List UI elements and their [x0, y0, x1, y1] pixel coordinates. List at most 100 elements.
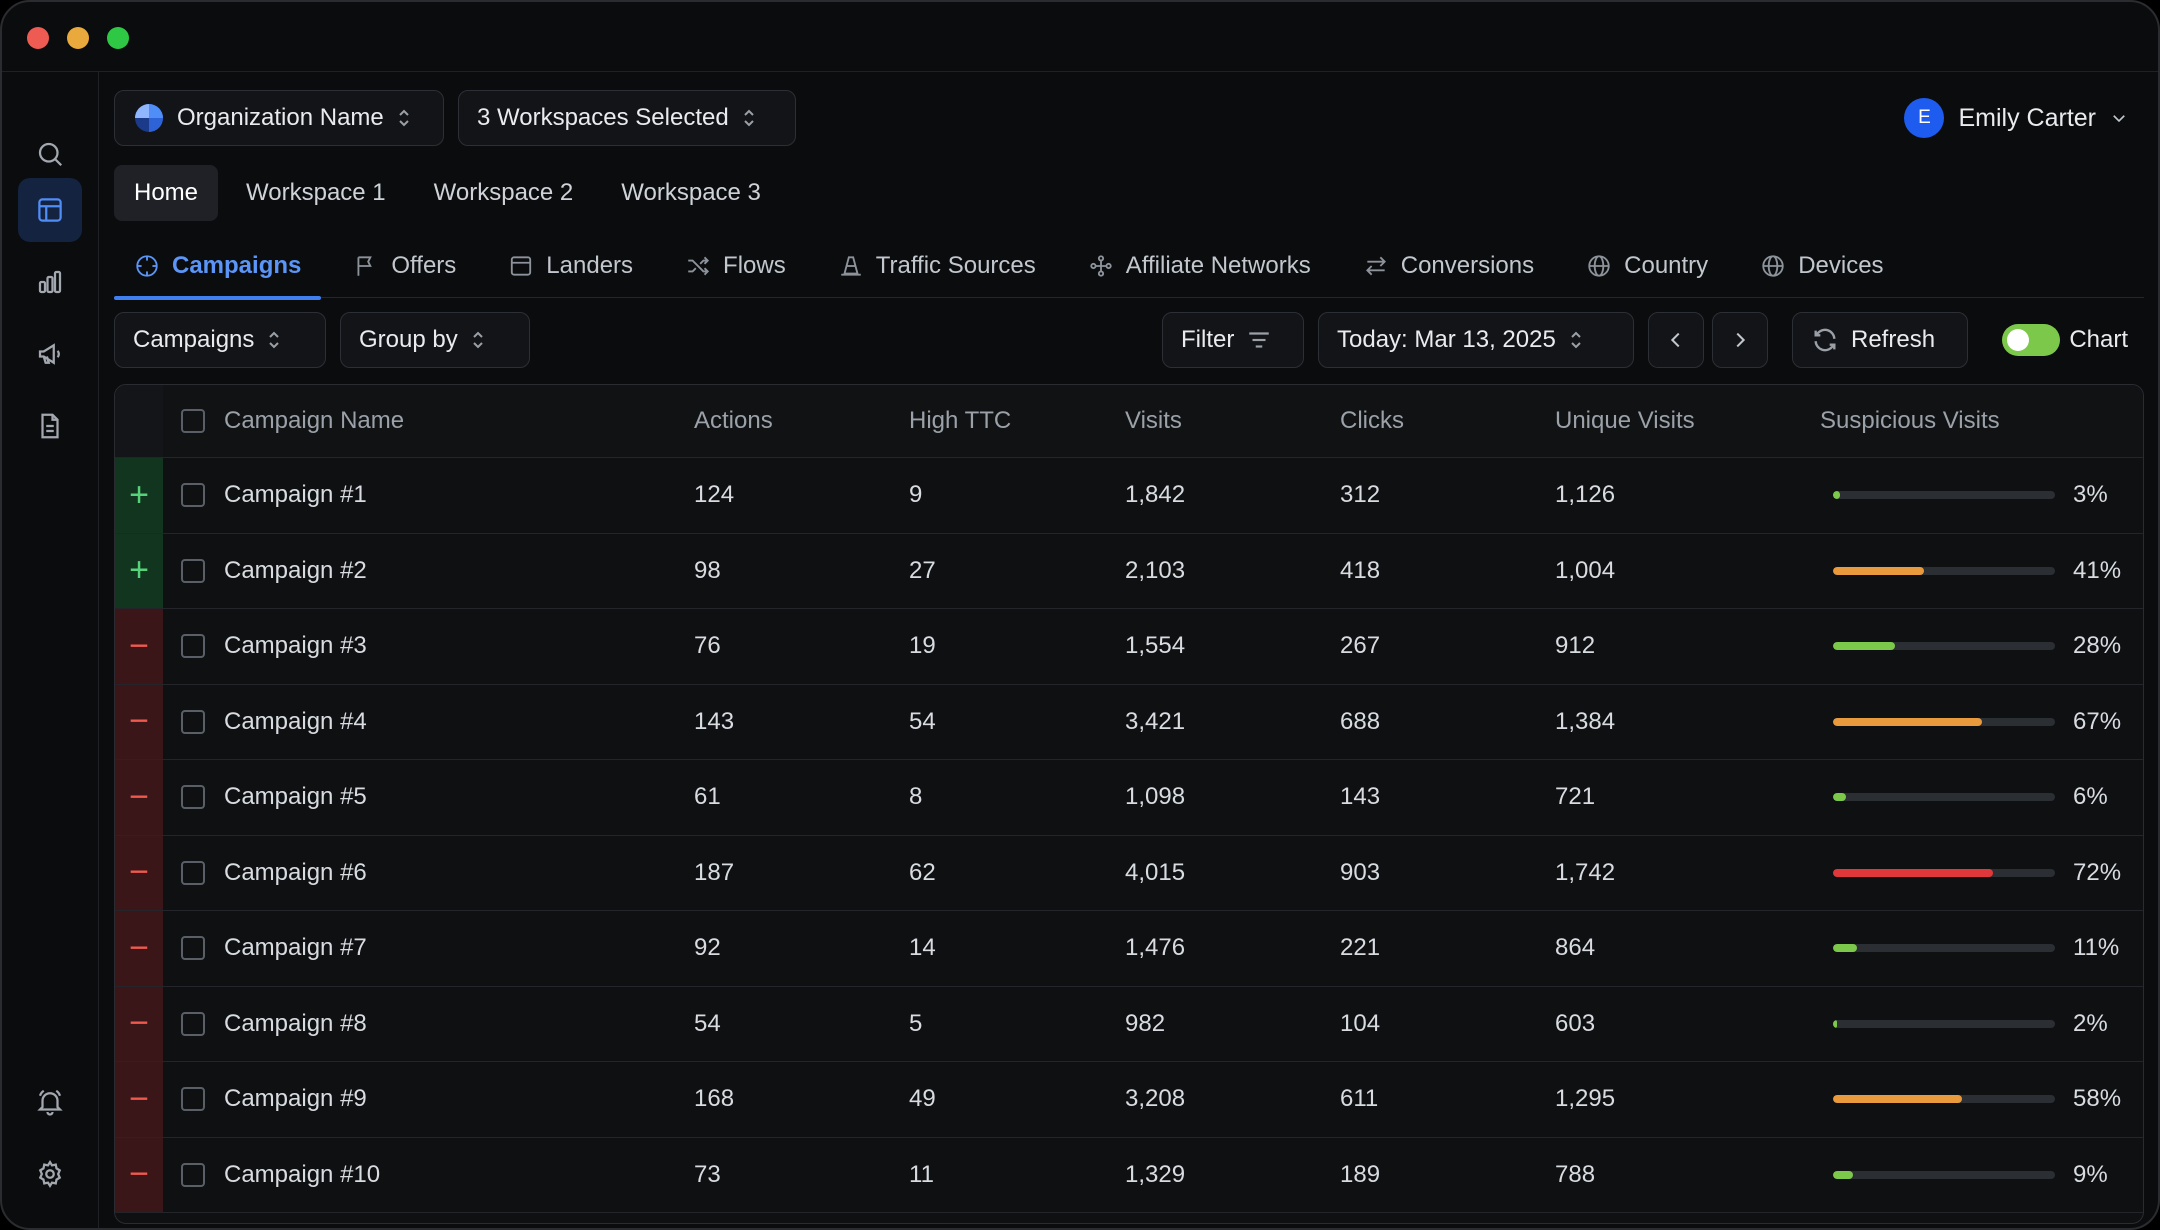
reports-chart-icon[interactable] — [18, 250, 82, 314]
table-row[interactable]: − Campaign #10 73 11 1,329 189 788 9% — [115, 1137, 2143, 1213]
campaign-name-cell[interactable]: Campaign #8 — [224, 1010, 367, 1038]
organization-name: Organization Name — [177, 104, 384, 131]
collapse-row-button[interactable]: − — [115, 1062, 163, 1137]
filter-button[interactable]: Filter — [1162, 312, 1304, 368]
table-row[interactable]: − Campaign #9 168 49 3,208 611 1,295 58% — [115, 1062, 2143, 1138]
table-header-row: Campaign Name Actions High TTC Visits Cl… — [115, 385, 2143, 458]
tab-conversions[interactable]: Conversions — [1343, 234, 1554, 298]
arrows-left-right-icon — [1365, 256, 1386, 276]
row-checkbox[interactable] — [181, 1162, 205, 1187]
tab-flows[interactable]: Flows — [665, 234, 806, 298]
campaign-name-cell[interactable]: Campaign #7 — [224, 934, 367, 962]
user-menu[interactable]: E Emily Carter — [1904, 98, 2128, 138]
minimize-window-button[interactable] — [67, 27, 89, 49]
previous-date-button[interactable] — [1648, 312, 1704, 368]
tab-workspace-2[interactable]: Workspace 2 — [414, 165, 594, 221]
clicks-cell: 267 — [1340, 632, 1381, 660]
table-row[interactable]: − Campaign #4 143 54 3,421 688 1,384 67% — [115, 684, 2143, 760]
collapse-row-button[interactable]: − — [115, 760, 163, 835]
next-date-button[interactable] — [1712, 312, 1768, 368]
collapse-row-button[interactable]: − — [115, 911, 163, 986]
table-row[interactable]: − Campaign #5 61 8 1,098 143 721 6% — [115, 760, 2143, 836]
document-icon[interactable] — [18, 394, 82, 458]
chart-toggle[interactable] — [2002, 324, 2060, 356]
actions-cell: 61 — [694, 783, 721, 811]
select-all-checkbox[interactable] — [181, 409, 205, 433]
group-by-select[interactable]: Group by — [340, 312, 530, 368]
campaign-name-cell[interactable]: Campaign #10 — [224, 1161, 380, 1189]
suspicious-visits-bar — [1833, 491, 2055, 500]
unique-visits-cell: 1,295 — [1555, 1085, 1616, 1113]
campaign-name-cell[interactable]: Campaign #4 — [224, 708, 367, 736]
chevron-up-down-icon — [470, 328, 486, 352]
close-window-button[interactable] — [27, 27, 49, 49]
tab-traffic-sources[interactable]: Traffic Sources — [818, 234, 1056, 298]
tab-country[interactable]: Country — [1566, 234, 1728, 298]
row-checkbox[interactable] — [181, 1011, 205, 1036]
row-checkbox[interactable] — [181, 558, 205, 583]
column-header-suspicious-visits[interactable]: Suspicious Visits — [1820, 407, 2000, 435]
date-range-selector[interactable]: Today: Mar 13, 2025 — [1318, 312, 1634, 368]
column-header-campaign-name[interactable]: Campaign Name — [224, 407, 404, 435]
refresh-button[interactable]: Refresh — [1792, 312, 1968, 368]
expand-row-button[interactable]: + — [115, 458, 163, 533]
collapse-row-button[interactable]: − — [115, 1137, 163, 1212]
column-header-visits[interactable]: Visits — [1125, 407, 1182, 435]
entity-select[interactable]: Campaigns — [114, 312, 326, 368]
collapse-row-button[interactable]: − — [115, 835, 163, 910]
tab-conversions-label: Conversions — [1400, 252, 1535, 279]
tab-campaigns[interactable]: Campaigns — [114, 234, 322, 300]
gear-icon[interactable] — [18, 1142, 82, 1206]
expand-row-button[interactable]: + — [115, 533, 163, 608]
tab-country-label: Country — [1624, 252, 1709, 279]
clicks-cell: 903 — [1340, 858, 1381, 886]
megaphone-icon[interactable] — [18, 322, 82, 386]
suspicious-visits-bar-fill — [1833, 793, 1847, 802]
actions-cell: 54 — [694, 1009, 721, 1037]
search-icon[interactable] — [18, 122, 82, 186]
table-row[interactable]: + Campaign #1 124 9 1,842 312 1,126 3% — [115, 458, 2143, 534]
organization-selector[interactable]: Organization Name — [114, 90, 444, 146]
row-checkbox[interactable] — [181, 936, 205, 961]
table-row[interactable]: − Campaign #7 92 14 1,476 221 864 11% — [115, 911, 2143, 987]
table-row[interactable]: − Campaign #3 76 19 1,554 267 912 28% — [115, 609, 2143, 685]
table-row[interactable]: + Campaign #2 98 27 2,103 418 1,004 41% — [115, 533, 2143, 609]
column-header-unique-visits[interactable]: Unique Visits — [1555, 407, 1695, 435]
row-checkbox[interactable] — [181, 634, 205, 659]
table-row[interactable]: − Campaign #6 187 62 4,015 903 1,742 72% — [115, 835, 2143, 911]
row-checkbox[interactable] — [181, 483, 205, 508]
maximize-window-button[interactable] — [107, 27, 129, 49]
tab-workspace-1[interactable]: Workspace 1 — [226, 165, 406, 221]
browser-window-icon — [511, 256, 532, 276]
campaign-name-cell[interactable]: Campaign #6 — [224, 859, 367, 887]
campaign-name-cell[interactable]: Campaign #5 — [224, 783, 367, 811]
row-checkbox[interactable] — [181, 1087, 205, 1112]
collapse-row-button[interactable]: − — [115, 609, 163, 684]
tab-offers[interactable]: Offers — [333, 234, 476, 298]
column-header-high-ttc[interactable]: High TTC — [909, 407, 1011, 435]
unique-visits-cell: 1,742 — [1555, 858, 1616, 886]
clicks-cell: 104 — [1340, 1009, 1381, 1037]
campaign-name-cell[interactable]: Campaign #1 — [224, 481, 367, 509]
tab-landers[interactable]: Landers — [488, 234, 653, 298]
visits-cell: 4,015 — [1125, 858, 1186, 886]
row-checkbox[interactable] — [181, 709, 205, 734]
campaign-name-cell[interactable]: Campaign #9 — [224, 1085, 367, 1113]
tab-home[interactable]: Home — [114, 165, 219, 221]
collapse-row-button[interactable]: − — [115, 684, 163, 759]
tab-affiliate-networks[interactable]: Affiliate Networks — [1068, 234, 1331, 298]
row-checkbox[interactable] — [181, 860, 205, 885]
workspace-selector[interactable]: 3 Workspaces Selected — [458, 90, 796, 146]
column-header-clicks[interactable]: Clicks — [1340, 407, 1404, 435]
campaign-name-cell[interactable]: Campaign #2 — [224, 557, 367, 585]
table-row[interactable]: − Campaign #8 54 5 982 104 603 2% — [115, 986, 2143, 1062]
tab-workspace-3[interactable]: Workspace 3 — [601, 165, 781, 221]
tab-devices[interactable]: Devices — [1740, 234, 1903, 298]
row-checkbox[interactable] — [181, 785, 205, 810]
dashboard-icon[interactable] — [18, 178, 82, 242]
column-header-actions[interactable]: Actions — [694, 407, 773, 435]
collapse-row-button[interactable]: − — [115, 986, 163, 1061]
bell-icon[interactable] — [18, 1070, 82, 1134]
campaign-name-cell[interactable]: Campaign #3 — [224, 632, 367, 660]
actions-cell: 124 — [694, 481, 735, 509]
